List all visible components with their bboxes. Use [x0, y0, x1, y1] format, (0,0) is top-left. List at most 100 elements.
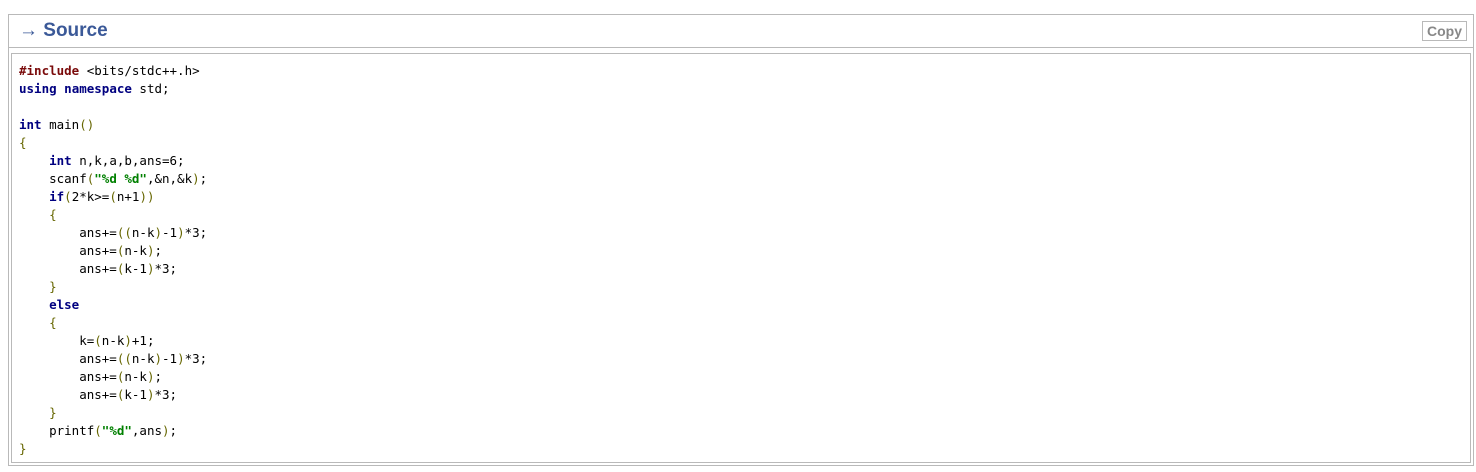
code-token: } [49, 279, 57, 294]
code-token: ) [162, 423, 170, 438]
code-line: ans+=((n-k)-1)*3; [19, 350, 1470, 368]
code-token: ans+= [19, 369, 117, 384]
code-token: k-1 [124, 387, 147, 402]
code-token: k-1 [124, 261, 147, 276]
code-token: int [49, 153, 72, 168]
code-token: ans+= [19, 243, 117, 258]
code-token: <bits/stdc++.h> [79, 63, 200, 78]
code-token: -1 [162, 351, 178, 366]
code-token: n-k [124, 369, 147, 384]
code-line: #include <bits/stdc++.h> [19, 62, 1470, 80]
code-token: ) [177, 351, 185, 366]
code-line: ans+=((n-k)-1)*3; [19, 224, 1470, 242]
code-token: ) [177, 225, 185, 240]
code-token: int [19, 117, 42, 132]
copy-button[interactable]: Copy [1422, 21, 1467, 41]
code-token: ,&n,&k [146, 171, 193, 186]
code-token: )) [139, 189, 155, 204]
code-line: { [19, 314, 1470, 332]
code-token: #include [19, 63, 80, 78]
code-token: (( [116, 225, 132, 240]
code-token: "%d %d" [94, 171, 147, 186]
code-token: } [49, 405, 57, 420]
code-token: ; [154, 243, 163, 258]
code-line: int n,k,a,b,ans=6; [19, 152, 1470, 170]
code-token: ) [154, 225, 163, 240]
code-token: ; [199, 171, 208, 186]
code-line: else [19, 296, 1470, 314]
code-token: () [79, 117, 95, 132]
code-line: ans+=(n-k); [19, 242, 1470, 260]
code-token: main [41, 117, 80, 132]
code-area[interactable]: #include <bits/stdc++.h> using namespace … [11, 53, 1471, 463]
code-token: using [19, 81, 57, 96]
code-line: ans+=(n-k); [19, 368, 1470, 386]
code-token: +1; [131, 333, 155, 348]
code-line: { [19, 206, 1470, 224]
code-line: ans+=(k-1)*3; [19, 386, 1470, 404]
source-panel: → Source Copy #include <bits/stdc++.h> us… [8, 14, 1474, 466]
code-token: n-k [131, 225, 155, 240]
code-token: *3; [154, 261, 178, 276]
code-token: else [49, 297, 80, 312]
source-code: #include <bits/stdc++.h> using namespace … [12, 54, 1470, 458]
code-token: ans+= [19, 225, 117, 240]
code-token: ) [154, 351, 163, 366]
code-token: n-k [101, 333, 125, 348]
code-token: 2*k>= [71, 189, 110, 204]
code-token: ; [154, 369, 163, 384]
code-token: ( [94, 333, 102, 348]
code-token: { [49, 315, 57, 330]
code-token: ( [109, 189, 117, 204]
code-line: printf("%d",ans); [19, 422, 1470, 440]
code-token: (( [116, 351, 132, 366]
code-token: k= [19, 333, 95, 348]
code-token: *3; [184, 351, 208, 366]
panel-header: → Source Copy [9, 15, 1473, 48]
code-token: n,k,a,b,ans=6; [71, 153, 185, 168]
code-token: ) [192, 171, 200, 186]
code-token: "%d" [101, 423, 132, 438]
code-token: printf [19, 423, 95, 438]
code-token: n-k [124, 243, 147, 258]
code-token: ,ans [131, 423, 163, 438]
code-line: } [19, 404, 1470, 422]
code-token: std; [131, 81, 170, 96]
code-line: } [19, 440, 1470, 458]
panel-title: → Source [19, 20, 108, 41]
code-token: *3; [184, 225, 208, 240]
code-token: if [49, 189, 65, 204]
code-token: } [19, 441, 27, 456]
code-token: { [49, 207, 57, 222]
code-token: ans+= [19, 351, 117, 366]
code-line: using namespace std; [19, 80, 1470, 98]
code-line: { [19, 134, 1470, 152]
code-token: -1 [162, 225, 178, 240]
code-line: k=(n-k)+1; [19, 332, 1470, 350]
code-token: scanf [19, 171, 87, 186]
code-token: n+1 [116, 189, 140, 204]
code-token: namespace [64, 81, 132, 96]
code-token: { [19, 135, 27, 150]
code-line: } [19, 278, 1470, 296]
code-token: n-k [131, 351, 155, 366]
code-token: *3; [154, 387, 178, 402]
code-token: ans+= [19, 261, 117, 276]
code-line: scanf("%d %d",&n,&k); [19, 170, 1470, 188]
code-token: ( [64, 189, 72, 204]
code-line: if(2*k>=(n+1)) [19, 188, 1470, 206]
code-token: ( [94, 423, 102, 438]
code-token: ) [124, 333, 132, 348]
code-line: int main() [19, 116, 1470, 134]
code-token: ans+= [19, 387, 117, 402]
code-token: ; [169, 423, 178, 438]
code-line: ans+=(k-1)*3; [19, 260, 1470, 278]
